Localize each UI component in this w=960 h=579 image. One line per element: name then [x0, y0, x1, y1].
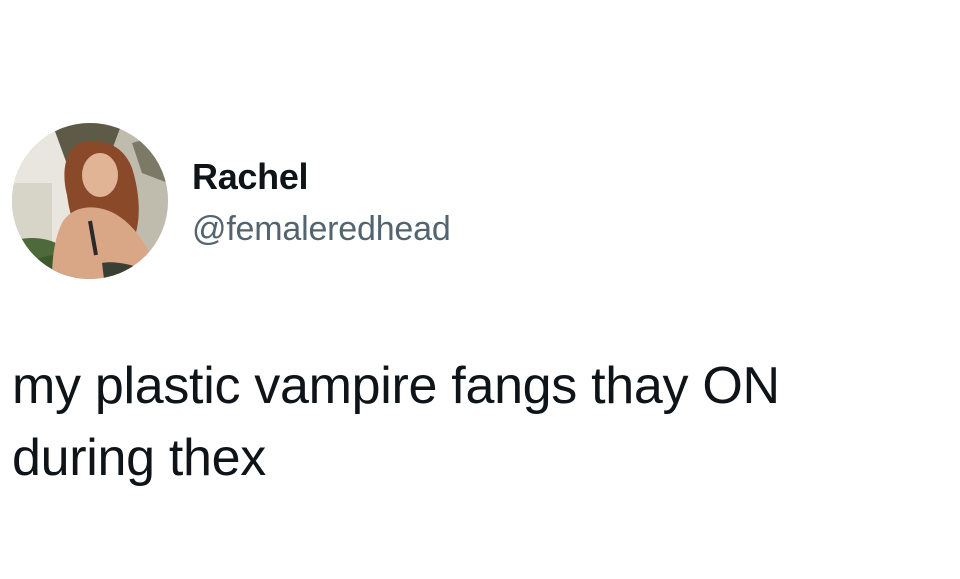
tweet-text-line: during thex — [12, 429, 266, 487]
tweet-card: Rachel @femaleredhead my plastic vampire… — [0, 0, 960, 579]
avatar[interactable] — [12, 123, 168, 279]
tweet-body: my plastic vampire fangs thay ON during … — [12, 350, 952, 494]
profile-photo-icon — [12, 123, 168, 279]
author-names: Rachel @femaleredhead — [192, 155, 451, 251]
tweet-header: Rachel @femaleredhead — [12, 123, 451, 279]
author-display-name[interactable]: Rachel — [192, 155, 451, 199]
tweet-text-line: my plastic vampire fangs thay ON — [12, 357, 780, 415]
author-handle[interactable]: @femaleredhead — [192, 207, 451, 251]
